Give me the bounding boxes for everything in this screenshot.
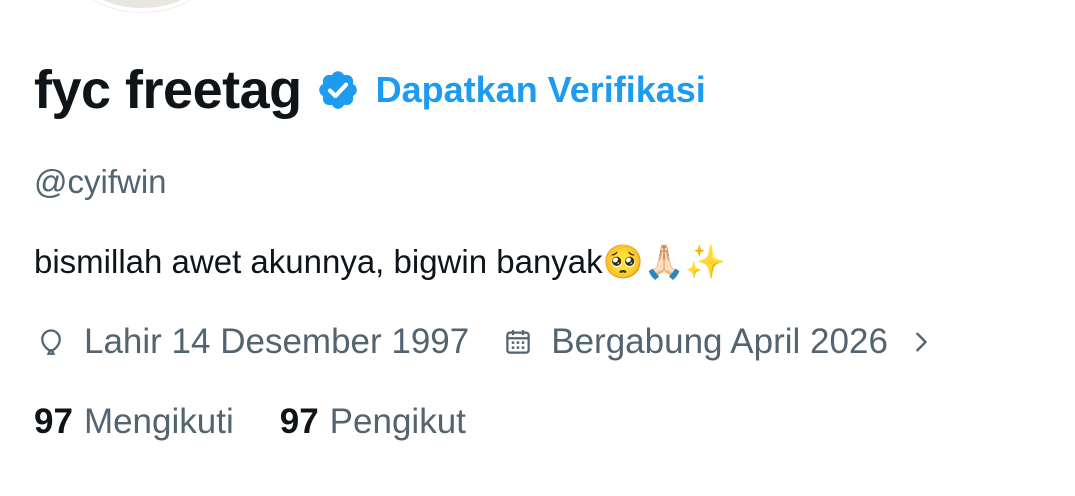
birth-date: Lahir 14 Desember 1997 <box>84 322 470 361</box>
verified-badge-icon[interactable] <box>316 68 360 112</box>
followers-label: Pengikut <box>329 402 466 441</box>
balloon-icon <box>41 329 61 355</box>
chevron-right-icon[interactable] <box>910 331 932 353</box>
followers-count: 97 <box>279 402 319 441</box>
profile-meta: Lahir 14 Desember 1997 Bergabung April 2… <box>36 320 932 364</box>
calendar-icon <box>506 330 530 354</box>
profile-bio: bismillah awet akunnya, bigwin banyak🥺🙏🏻… <box>34 243 726 280</box>
following-count: 97 <box>34 402 73 441</box>
followers-link[interactable]: 97 Pengikut <box>280 400 466 444</box>
display-name: fyc freetag <box>34 60 302 120</box>
avatar[interactable] <box>78 0 206 12</box>
follow-stats: 97 Mengikuti 97 Pengikut <box>34 400 466 444</box>
join-date: Bergabung April 2026 <box>551 322 888 361</box>
following-link[interactable]: 97 Mengikuti <box>34 400 234 444</box>
profile-name-row: fyc freetag Dapatkan Verifikasi <box>34 58 706 122</box>
following-label: Mengikuti <box>83 402 234 441</box>
get-verified-link[interactable]: Dapatkan Verifikasi <box>376 68 706 112</box>
profile-handle: @cyifwin <box>34 163 167 200</box>
